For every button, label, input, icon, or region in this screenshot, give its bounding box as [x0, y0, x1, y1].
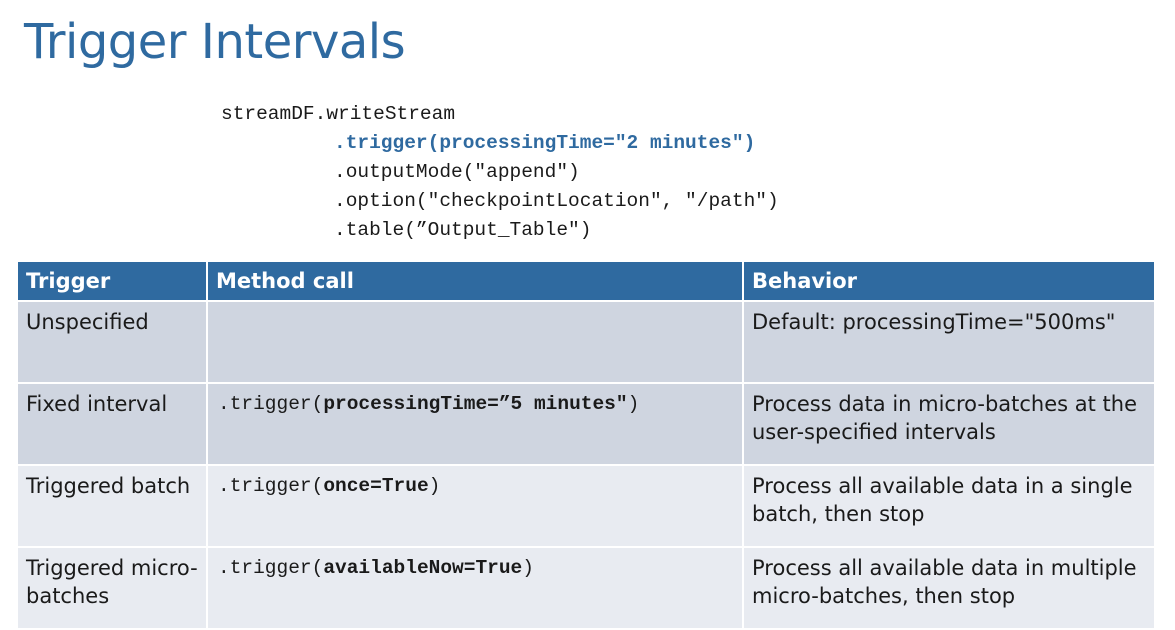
code-line-outputmode: .outputMode("append") [334, 161, 580, 183]
code-line-writestream: streamDF.writeStream [221, 103, 456, 125]
method-prefix: .trigger( [218, 393, 324, 415]
table-header-row: Trigger Method call Behavior [16, 260, 1156, 302]
code-line-option: .option("checkpointLocation", "/path") [334, 190, 779, 212]
trigger-cell: Triggered micro-batches [16, 546, 208, 630]
method-arg: once=True [323, 475, 429, 497]
trigger-table: Trigger Method call Behavior Unspecified… [16, 260, 1156, 630]
code-line-trigger: .trigger(processingTime="2 minutes") [334, 132, 756, 154]
method-suffix: ) [522, 557, 534, 579]
header-trigger: Trigger [16, 260, 208, 302]
trigger-cell: Fixed interval [16, 382, 208, 466]
method-suffix: ) [428, 475, 441, 497]
method-call-cell [206, 300, 744, 384]
header-behavior: Behavior [742, 260, 1156, 302]
method-prefix: .trigger( [218, 557, 324, 579]
table-row: Fixed interval .trigger(processingTime=”… [16, 382, 1156, 466]
trigger-cell: Triggered batch [16, 464, 208, 548]
behavior-cell: Process all available data in multiple m… [742, 546, 1156, 630]
method-arg: processingTime=”5 minutes" [323, 393, 628, 415]
method-call-cell: .trigger(availableNow=True) [206, 546, 744, 630]
behavior-cell: Process all available data in a single b… [742, 464, 1156, 548]
method-prefix: .trigger( [218, 475, 324, 497]
table-row: Triggered batch .trigger(once=True) Proc… [16, 464, 1156, 548]
slide-title: Trigger Intervals [24, 14, 406, 70]
method-call-cell: .trigger(once=True) [206, 464, 744, 548]
trigger-cell: Unspecified [16, 300, 208, 384]
table-row: Unspecified Default: processingTime="500… [16, 300, 1156, 384]
method-arg: availableNow=True [323, 557, 523, 579]
code-line-table: .table(”Output_Table") [334, 219, 592, 241]
method-call-cell: .trigger(processingTime=”5 minutes") [206, 382, 744, 466]
code-block: streamDF.writeStream .trigger(processingT… [221, 100, 779, 245]
behavior-cell: Process data in micro-batches at the use… [742, 382, 1156, 466]
header-method-call: Method call [206, 260, 744, 302]
method-suffix: ) [627, 393, 640, 415]
behavior-cell: Default: processingTime="500ms" [742, 300, 1156, 384]
table-row: Triggered micro-batches .trigger(availab… [16, 546, 1156, 630]
